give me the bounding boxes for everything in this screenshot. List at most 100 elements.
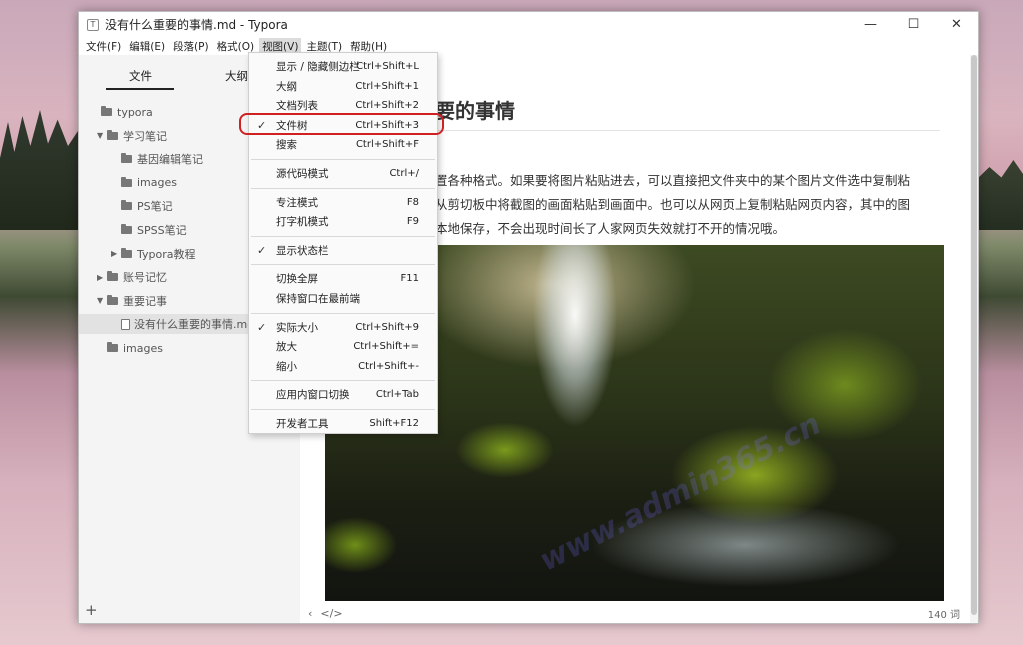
chevron-right-icon[interactable]: ▶ <box>97 273 107 282</box>
view-menu-dropdown: 显示 / 隐藏侧边栏 Ctrl+Shift+L 大纲 Ctrl+Shift+1 文档列表… <box>248 52 438 434</box>
tree-folder[interactable]: ▼ 重要记事 <box>97 291 167 311</box>
menu-item-shortcut: Ctrl+Shift+L <box>356 61 419 72</box>
paragraph-line: 置各种格式。如果要将图片粘贴进去，可以直接把文件夹中的某个图片文件选中复制粘 <box>435 173 911 188</box>
chevron-left-icon[interactable]: ‹ <box>308 607 312 620</box>
menu-item-shortcut: Ctrl+Tab <box>375 389 419 401</box>
folder-icon <box>121 153 132 164</box>
view-menu-item[interactable]: 应用内窗口切换 Ctrl+Tab <box>249 385 437 404</box>
view-menu-item[interactable]: 打字机模式 F9 <box>249 212 437 231</box>
source-code-icon[interactable]: </> <box>320 607 342 620</box>
menu-separator <box>251 235 435 237</box>
folder-icon <box>107 342 118 352</box>
tree-folder[interactable]: typora <box>91 102 153 122</box>
chevron-down-icon[interactable]: ▼ <box>97 131 107 140</box>
menu-item-label: 放大 <box>276 341 297 354</box>
tree-folder[interactable]: images <box>97 338 163 358</box>
tree-label: images <box>137 176 177 190</box>
close-button[interactable]: ✕ <box>935 12 978 37</box>
word-count[interactable]: 140 词 <box>928 606 960 621</box>
tree-label: Typora教程 <box>137 247 196 261</box>
menu-separator <box>251 380 435 382</box>
tree-folder[interactable]: ▶ Typora教程 <box>111 244 196 264</box>
watermark-text: www.admin365.cn <box>533 406 827 579</box>
typora-window: T 没有什么重要的事情.md - Typora — ☐ ✕ 文件(F) 编辑(E… <box>78 11 979 624</box>
menu-item-shortcut: Ctrl+Shift+= <box>353 341 419 353</box>
menu-edit[interactable]: 编辑(E) <box>126 38 168 55</box>
maximize-button[interactable]: ☐ <box>892 12 935 37</box>
menu-item-label: 应用内窗口切换 <box>276 389 350 402</box>
tree-folder[interactable]: 基因编辑笔记 <box>111 149 203 169</box>
checkmark-icon: ✓ <box>257 243 267 257</box>
menu-item-label: 保持窗口在最前端 <box>276 293 360 305</box>
tab-files[interactable]: 文件 <box>129 68 152 84</box>
menu-separator <box>251 187 435 189</box>
add-file-button[interactable]: + <box>85 601 98 619</box>
view-menu-item[interactable]: 大纲 Ctrl+Shift+1 <box>249 77 437 96</box>
scrollbar-thumb[interactable] <box>971 55 977 615</box>
menu-item-label: 大纲 <box>276 80 297 93</box>
menu-item-shortcut: Ctrl+Shift+9 <box>355 321 419 333</box>
tree-label: 重要记事 <box>123 294 167 308</box>
active-tab-indicator <box>106 88 174 90</box>
document-heading: 要的事情 <box>435 99 515 123</box>
folder-icon <box>107 294 118 305</box>
menu-item-label: 专注模式 <box>276 196 318 209</box>
menu-separator <box>251 159 435 160</box>
view-menu-item[interactable]: 专注模式 F8 <box>249 193 437 212</box>
view-menu-item[interactable]: 切换全屏 F11 <box>249 269 437 288</box>
menu-file[interactable]: 文件(F) <box>83 38 124 55</box>
tree-folder[interactable]: SPSS笔记 <box>111 220 187 240</box>
tree-folder[interactable]: PS笔记 <box>111 196 173 216</box>
tree-folder[interactable]: ▶ 账号记忆 <box>97 267 167 287</box>
minimize-button[interactable]: — <box>849 12 892 37</box>
tree-label: 账号记忆 <box>123 271 167 285</box>
menu-item-shortcut: F8 <box>406 196 419 208</box>
chevron-right-icon[interactable]: ▶ <box>111 249 121 258</box>
view-menu-item[interactable]: 搜索 Ctrl+Shift+F <box>249 135 437 154</box>
view-menu-item[interactable]: ✓ 实际大小 Ctrl+Shift+9 <box>249 318 437 337</box>
view-menu-item[interactable]: 显示 / 隐藏侧边栏 Ctrl+Shift+L <box>249 57 437 76</box>
folder-icon <box>107 129 118 140</box>
menu-item-label: 源代码模式 <box>276 168 329 180</box>
view-menu-item[interactable]: 放大 Ctrl+Shift+= <box>249 337 437 356</box>
paragraph-line: 本地保存，不会出现时间长了人家网页失效就打不开的情况哦。 <box>435 221 786 236</box>
menu-item-label: 搜索 <box>276 139 297 152</box>
tree-folder[interactable]: images <box>111 173 177 193</box>
background-trees-left <box>0 110 80 230</box>
menu-separator <box>251 312 435 314</box>
view-menu-item[interactable]: 保持窗口在最前端 <box>249 289 437 308</box>
menu-paragraph[interactable]: 段落(P) <box>170 38 212 55</box>
menu-item-shortcut: Ctrl+/ <box>389 168 419 179</box>
typora-app-icon: T <box>87 18 99 31</box>
tree-label: PS笔记 <box>137 200 173 214</box>
paragraph-line: 从剪切板中将截图的画面粘贴到画面中。也可以从网页上复制粘贴网页内容，其中的图 <box>435 197 911 212</box>
window-controls: — ☐ ✕ <box>849 12 978 37</box>
window-title: 没有什么重要的事情.md - Typora <box>105 18 288 32</box>
view-menu-item[interactable]: 源代码模式 Ctrl+/ <box>249 164 437 183</box>
view-menu-item[interactable]: 缩小 Ctrl+Shift+- <box>249 357 437 376</box>
editor-scrollbar[interactable] <box>970 55 978 623</box>
folder-icon <box>121 224 132 234</box>
menu-bar: 文件(F) 编辑(E) 段落(P) 格式(O) 视图(V) 主题(T) 帮助(H… <box>79 37 978 55</box>
menu-item-shortcut: Ctrl+Shift+2 <box>355 100 419 112</box>
menu-item-shortcut: Ctrl+Shift+1 <box>355 80 419 92</box>
tree-label: 学习笔记 <box>123 129 167 143</box>
tree-label: 基因编辑笔记 <box>137 153 203 167</box>
folder-icon <box>121 176 132 187</box>
view-menu-item[interactable]: 开发者工具 Shift+F12 <box>249 414 437 433</box>
view-menu-item[interactable]: ✓ 显示状态栏 <box>249 241 437 260</box>
tree-label: 没有什么重要的事情.md <box>134 318 255 332</box>
tree-label: SPSS笔记 <box>137 224 187 237</box>
folder-icon <box>101 106 112 116</box>
tab-outline[interactable]: 大纲 <box>225 68 248 84</box>
status-bar: ‹ </> 140 词 <box>300 603 970 623</box>
highlight-annotation <box>239 113 444 135</box>
folder-icon <box>121 200 132 211</box>
menu-item-label: 显示状态栏 <box>276 244 329 257</box>
chevron-down-icon[interactable]: ▼ <box>97 296 107 305</box>
menu-item-shortcut: F11 <box>400 273 419 285</box>
menu-separator <box>251 409 435 410</box>
tree-folder[interactable]: ▼ 学习笔记 <box>97 126 167 146</box>
menu-item-label: 开发者工具 <box>276 418 329 430</box>
menu-item-label: 文档列表 <box>276 100 318 113</box>
